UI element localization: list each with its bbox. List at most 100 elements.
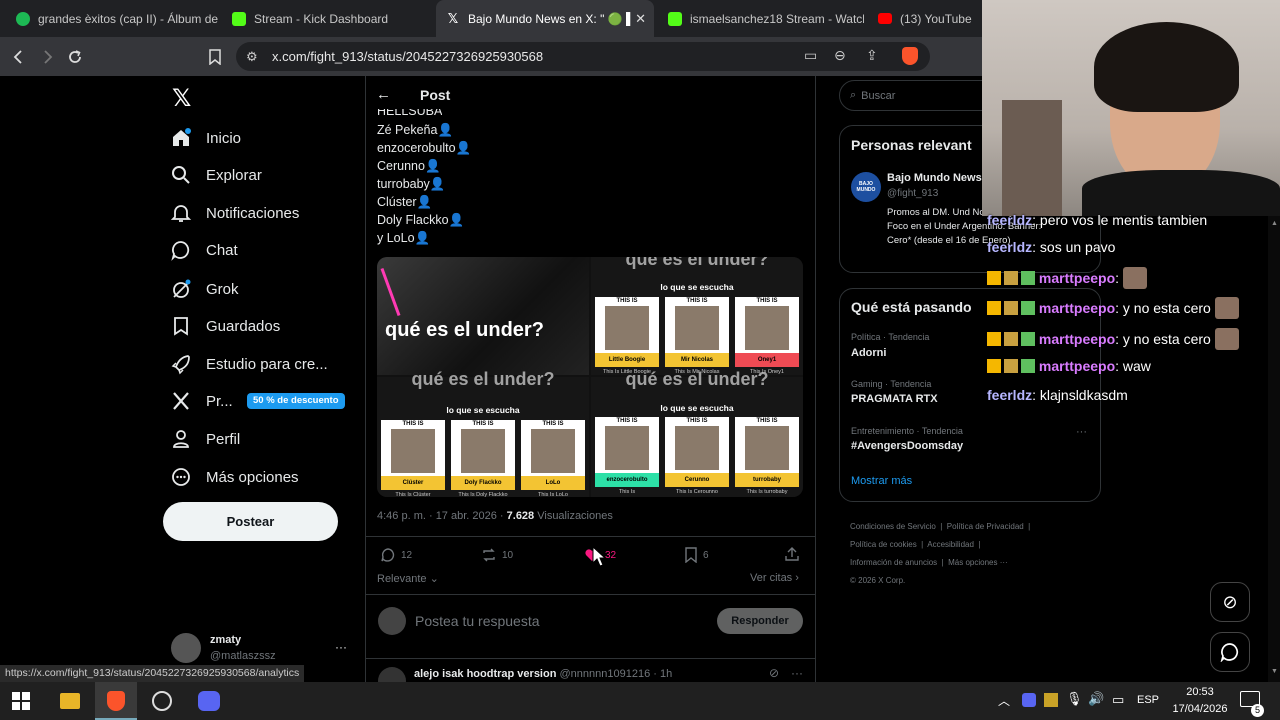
clock-date[interactable]: 17/04/2026 xyxy=(1165,703,1235,715)
obs-icon[interactable] xyxy=(152,691,172,711)
back-icon[interactable] xyxy=(8,37,30,76)
back-arrow-icon[interactable]: ← xyxy=(376,86,391,103)
zoom-icon[interactable]: ⊖ xyxy=(834,47,846,64)
reply-action[interactable]: 12 xyxy=(380,547,412,563)
post-timestamp[interactable]: 4:46 p. m. · 17 abr. 2026 · xyxy=(377,510,504,522)
chat-badges-icon xyxy=(987,332,1035,346)
tray-network-icon[interactable]: ▭ xyxy=(1112,692,1124,708)
trend-category: Gaming · Tendencia xyxy=(851,379,932,389)
person-handle: @fight_913 xyxy=(887,188,939,199)
tray-discord-icon[interactable] xyxy=(1022,693,1036,707)
scrollbar[interactable]: ▲ ▼ xyxy=(1268,216,1280,682)
chat-username[interactable]: feerldz xyxy=(987,212,1032,228)
reload-icon[interactable] xyxy=(64,37,86,76)
footer-link[interactable]: Política de cookies xyxy=(850,540,917,549)
chat-username[interactable]: marttpeepo xyxy=(1039,300,1115,316)
cast-icon[interactable]: ▭ xyxy=(804,47,817,64)
taskbar-brave[interactable] xyxy=(95,682,137,720)
account-menu-icon[interactable]: ··· xyxy=(335,640,347,654)
post-text-line: Zé Pekeña👤 xyxy=(377,123,454,137)
grok-icon[interactable]: ⊘ xyxy=(769,666,779,680)
reply-input[interactable]: Postea tu respuesta xyxy=(415,613,540,629)
grok-float-button[interactable]: ⊘ xyxy=(1210,582,1250,622)
chat-message: marttpeepo: waw xyxy=(987,358,1151,374)
clock-time[interactable]: 20:53 xyxy=(1170,686,1230,698)
reply-button[interactable]: Responder xyxy=(717,608,803,634)
messages-float-button[interactable] xyxy=(1210,632,1250,672)
nav-item-guardados[interactable]: Guardados xyxy=(170,312,280,340)
chat-username[interactable]: marttpeepo xyxy=(1039,358,1115,374)
footer-link[interactable]: Política de Privacidad xyxy=(947,522,1024,531)
tab-spotify[interactable]: grandes èxitos (cap II) - Álbum de xyxy=(6,0,218,37)
chat-username[interactable]: feerldz xyxy=(987,387,1032,403)
tray-microphone-icon[interactable]: 🎙 xyxy=(1066,691,1083,707)
tab-kick-dashboard[interactable]: Stream - Kick Dashboard xyxy=(222,0,432,37)
site-settings-icon[interactable]: ⚙ xyxy=(246,49,258,65)
brave-shields-icon[interactable] xyxy=(902,47,918,65)
share-icon[interactable] xyxy=(784,546,800,567)
see-quotes-link[interactable]: Ver citas › xyxy=(750,572,799,584)
rocket-icon xyxy=(171,355,190,375)
trend-name[interactable]: Adorni xyxy=(851,347,886,359)
tray-volume-icon[interactable]: 🔊 xyxy=(1088,691,1104,707)
chat-username[interactable]: marttpeepo xyxy=(1039,331,1115,347)
playlist-card: THIS IS Mir Nicolas xyxy=(665,297,729,367)
trend-name[interactable]: PRAGMATA RTX xyxy=(851,393,938,405)
tab-youtube[interactable]: (13) YouTube xyxy=(868,0,982,37)
nav-item-explorar[interactable]: Explorar xyxy=(170,161,262,189)
card-header: THIS IS xyxy=(686,418,708,424)
language-indicator[interactable]: ESP xyxy=(1137,694,1159,706)
reply-author-name[interactable]: alejo isak hoodtrap version xyxy=(414,668,556,680)
card-header: THIS IS xyxy=(472,421,494,427)
post-image[interactable]: qué es el under? qué es el under? lo que… xyxy=(377,257,803,497)
avatar[interactable] xyxy=(171,633,201,663)
scroll-up-icon[interactable]: ▲ xyxy=(1271,220,1278,227)
tab-x-post[interactable]: 𝕏 Bajo Mundo News en X: " 🟢 ▌ ✕ xyxy=(436,0,654,37)
nav-item-grok[interactable]: Grok xyxy=(170,275,239,303)
nav-item-premium[interactable]: Pr... xyxy=(170,387,233,415)
trend-more-icon[interactable]: ··· xyxy=(1076,426,1087,438)
chat-username[interactable]: marttpeepo xyxy=(1039,270,1115,286)
browser-tab-bar: grandes èxitos (cap II) - Álbum de Strea… xyxy=(0,0,982,37)
footer-link[interactable]: Condiciones de Servicio xyxy=(850,522,936,531)
tab-kick-stream[interactable]: ismaelsanchez18 Stream - Watch xyxy=(658,0,864,37)
bookmark-page-icon[interactable] xyxy=(204,37,226,76)
chat-message: marttpeepo: xyxy=(987,267,1148,289)
repost-action[interactable]: 10 xyxy=(481,547,513,563)
post-button[interactable]: Postear xyxy=(163,502,338,541)
chevron-down-icon: ⌄ xyxy=(426,573,439,585)
avatar[interactable]: BAJO MUNDO xyxy=(851,172,881,202)
search-input[interactable]: ⌕ Buscar xyxy=(839,80,999,111)
footer-link[interactable]: Accesibilidad xyxy=(927,540,974,549)
x-logo-icon[interactable]: 𝕏 xyxy=(172,84,191,113)
more-icon[interactable]: ··· xyxy=(791,666,803,680)
discord-icon[interactable] xyxy=(198,691,220,711)
card-artist-name: Clúster xyxy=(381,476,445,490)
nav-item-notificaciones[interactable]: Notificaciones xyxy=(170,199,299,227)
windows-start-icon[interactable] xyxy=(12,692,30,710)
trend-name[interactable]: #AvengersDoomsday xyxy=(851,440,963,452)
nav-item-estudio[interactable]: Estudio para cre... xyxy=(170,350,328,378)
footer-link[interactable]: Información de anuncios xyxy=(850,558,937,567)
show-more-link[interactable]: Mostrar más xyxy=(851,475,912,487)
footer-link[interactable]: Más opciones ··· xyxy=(948,558,1008,567)
bookmark-action[interactable]: 6 xyxy=(684,547,709,563)
person-name[interactable]: Bajo Mundo News xyxy=(887,172,982,184)
tray-app-icon[interactable] xyxy=(1044,693,1058,707)
sort-relevance-dropdown[interactable]: Relevante ⌄ xyxy=(377,572,439,585)
close-tab-icon[interactable]: ✕ xyxy=(635,11,646,27)
premium-discount-badge[interactable]: 50 % de descuento xyxy=(247,393,345,409)
nav-item-mas-opciones[interactable]: Más opciones xyxy=(170,463,299,491)
nav-item-perfil[interactable]: Perfil xyxy=(170,425,240,453)
card-title: Personas relevant xyxy=(851,137,972,153)
nav-item-chat[interactable]: Chat xyxy=(170,236,238,264)
address-bar[interactable]: ⚙ x.com/fight_913/status/204522732692593… xyxy=(236,42,930,71)
nav-item-inicio[interactable]: Inicio xyxy=(170,124,241,152)
repost-icon xyxy=(483,548,495,562)
tray-chevron-up-icon[interactable]: ︿ xyxy=(998,692,1010,709)
share-icon[interactable]: ⇪ xyxy=(866,47,878,64)
scroll-down-icon[interactable]: ▼ xyxy=(1271,668,1278,675)
file-explorer-icon[interactable] xyxy=(60,693,80,709)
forward-icon[interactable] xyxy=(36,37,58,76)
chat-username[interactable]: feerldz xyxy=(987,239,1032,255)
